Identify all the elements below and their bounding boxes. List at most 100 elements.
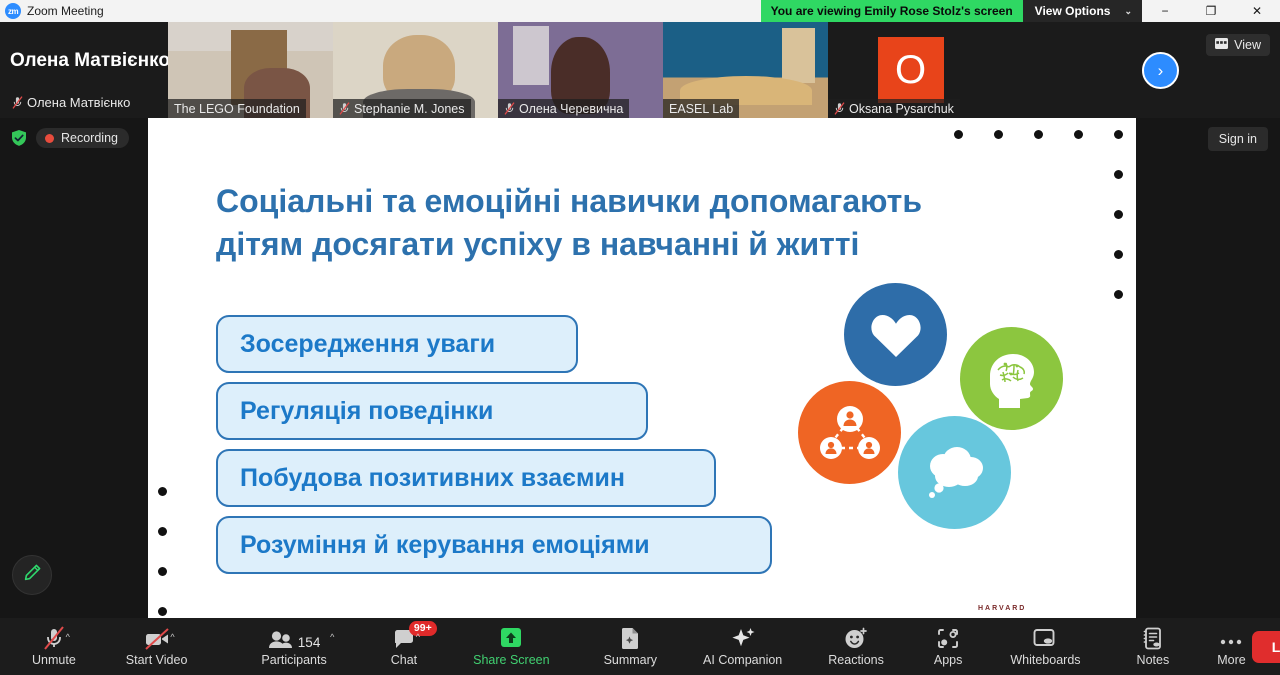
notes-icon	[1142, 626, 1164, 650]
shared-slide: Соціальні та емоційні навички допомагают…	[148, 118, 1136, 618]
maximize-button[interactable]: ❐	[1188, 0, 1234, 22]
participant-name-bar: Олена Черевична	[498, 99, 630, 118]
skill-box: Побудова позитивних взаємин	[216, 449, 716, 507]
participant-name: The LEGO Foundation	[174, 101, 300, 116]
chat-icon: 99+ ^	[393, 621, 437, 650]
mic-muted-icon	[834, 102, 845, 115]
mic-muted-icon: ^	[43, 626, 70, 650]
view-options-label: View Options	[1034, 4, 1111, 18]
ai-companion-label: AI Companion	[703, 653, 783, 667]
share-screen-icon	[498, 626, 524, 650]
mic-muted-icon	[339, 102, 350, 115]
whiteboards-label: Whiteboards	[1010, 653, 1081, 667]
apps-icon	[936, 626, 960, 650]
more-label: More	[1217, 653, 1246, 667]
thought-cloud-icon	[898, 416, 1011, 529]
annotate-pencil-button[interactable]	[12, 555, 52, 595]
apps-label: Apps	[933, 653, 963, 667]
skill-box-label: Регуляція поведінки	[240, 396, 494, 425]
participant-name-bar: The LEGO Foundation	[168, 99, 306, 118]
chat-options-caret-icon[interactable]: ^	[416, 632, 420, 642]
chat-button[interactable]: 99+ ^ Chat	[385, 618, 437, 675]
minimize-button[interactable]: −	[1142, 0, 1188, 22]
harvard-logo-mark: HARVARD	[978, 605, 1027, 612]
participants-button[interactable]: 154 ^ Participants	[255, 618, 334, 675]
shield-check-icon	[10, 129, 28, 147]
unmute-button[interactable]: ^ Unmute	[26, 618, 82, 675]
participant-name: Stephanie M. Jones	[354, 101, 465, 116]
summary-button[interactable]: Summary	[598, 618, 663, 675]
people-icon: 154 ^	[268, 626, 334, 650]
participant-name-bar: EASEL Lab	[663, 99, 740, 118]
heart-icon	[844, 283, 947, 386]
mic-muted-icon	[12, 96, 23, 109]
grid-view-icon	[1215, 38, 1229, 52]
share-screen-button[interactable]: Share Screen	[467, 618, 555, 675]
participant-tile[interactable]: Stephanie M. Jones	[333, 22, 498, 118]
notes-button[interactable]: Notes	[1131, 618, 1176, 675]
shared-screen-stage: Recording › Sign in Соціальні та емоційн…	[0, 52, 1280, 618]
meeting-toolbar: ^ Unmute ^ Start Video 154 ^ Participant	[0, 618, 1280, 675]
recording-label: Recording	[61, 131, 118, 145]
skill-box-label: Зосередження уваги	[240, 329, 496, 358]
recording-dot-icon	[45, 133, 54, 143]
summary-label: Summary	[603, 653, 658, 667]
participants-options-caret-icon[interactable]: ^	[330, 632, 334, 642]
slide-title-line-2: дітям досягати успіху в навчанні й житті	[216, 226, 860, 263]
pencil-icon	[23, 563, 42, 587]
next-participants-button[interactable]: ›	[1142, 52, 1179, 89]
people-network-icon	[798, 381, 901, 484]
chat-unread-badge: 99+	[408, 621, 437, 637]
more-button[interactable]: More	[1211, 618, 1251, 675]
view-options-button[interactable]: View Options ⌄	[1022, 0, 1142, 22]
start-video-button[interactable]: ^ Start Video	[120, 618, 194, 675]
sign-in-label: Sign in	[1218, 132, 1257, 146]
mic-options-caret-icon[interactable]: ^	[66, 632, 70, 642]
participant-tile[interactable]: The LEGO Foundation	[168, 22, 333, 118]
zoom-logo-icon: zm	[5, 3, 21, 19]
self-video-tile[interactable]: Олена Матвієнко Олена Матвієнко	[0, 22, 170, 118]
start-video-label: Start Video	[125, 653, 188, 667]
sparkles-icon	[729, 626, 757, 650]
close-button[interactable]: ✕	[1234, 0, 1280, 22]
skill-box-label: Розуміння й керування емоціями	[240, 530, 650, 559]
participant-name: EASEL Lab	[669, 101, 734, 116]
sharing-banner: You are viewing Emily Rose Stolz's scree…	[760, 0, 1023, 22]
skill-box: Регуляція поведінки	[216, 382, 648, 440]
ai-companion-button[interactable]: AI Companion	[697, 618, 788, 675]
skill-box: Зосередження уваги	[216, 315, 578, 373]
self-name-label-bar: Олена Матвієнко	[6, 93, 136, 112]
ellipsis-icon	[1218, 626, 1244, 650]
participant-name: Олена Черевична	[519, 101, 624, 116]
window-title: Zoom Meeting	[27, 4, 104, 18]
avatar-initial: O	[877, 37, 944, 103]
recording-indicator[interactable]: Recording	[36, 128, 129, 148]
self-display-name: Олена Матвієнко	[10, 50, 170, 71]
participants-count: 154	[297, 635, 321, 650]
reactions-label: Reactions	[828, 653, 884, 667]
mic-muted-icon	[504, 102, 515, 115]
slide-title-line-1: Соціальні та емоційні навички допомагают…	[216, 183, 922, 219]
participant-tile[interactable]: O Oksana Pysarchuk	[828, 22, 993, 118]
chevron-right-icon: ›	[1157, 60, 1164, 80]
apps-button[interactable]: Apps	[928, 618, 969, 675]
participant-tile-active-speaker[interactable]: EASEL Lab	[663, 22, 828, 118]
leave-button[interactable]: Leave	[1251, 630, 1280, 663]
leave-label: Leave	[1271, 638, 1280, 655]
view-layout-button[interactable]: View	[1206, 34, 1270, 56]
skill-box-label: Побудова позитивних взаємин	[240, 463, 625, 492]
video-options-caret-icon[interactable]: ^	[170, 632, 174, 642]
reactions-button[interactable]: Reactions	[822, 618, 890, 675]
notes-label: Notes	[1136, 653, 1170, 667]
whiteboards-button[interactable]: Whiteboards	[1004, 618, 1086, 675]
video-off-icon: ^	[144, 626, 175, 650]
summary-doc-icon	[619, 626, 641, 650]
whiteboard-icon	[1032, 626, 1058, 650]
participant-tile[interactable]: Олена Черевична	[498, 22, 663, 118]
smiley-plus-icon	[844, 626, 868, 650]
skill-box: Розуміння й керування емоціями	[216, 516, 772, 574]
chat-label: Chat	[390, 653, 418, 667]
skill-box-list: Зосередження уваги Регуляція поведінки П…	[216, 315, 772, 583]
self-name-text: Олена Матвієнко	[27, 95, 131, 110]
sign-in-button[interactable]: Sign in	[1207, 127, 1268, 151]
